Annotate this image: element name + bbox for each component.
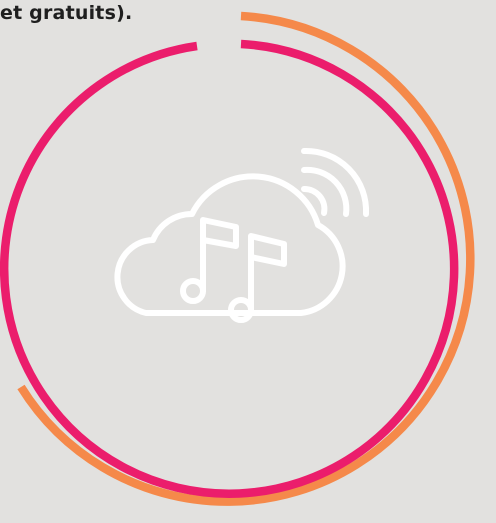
note-1-stem bbox=[200, 217, 239, 294]
note-2-stem bbox=[248, 233, 287, 313]
inner-ring-arc bbox=[0, 39, 459, 498]
cloud-music-streaming-icon bbox=[114, 147, 370, 323]
decorative-rings bbox=[0, 11, 475, 506]
